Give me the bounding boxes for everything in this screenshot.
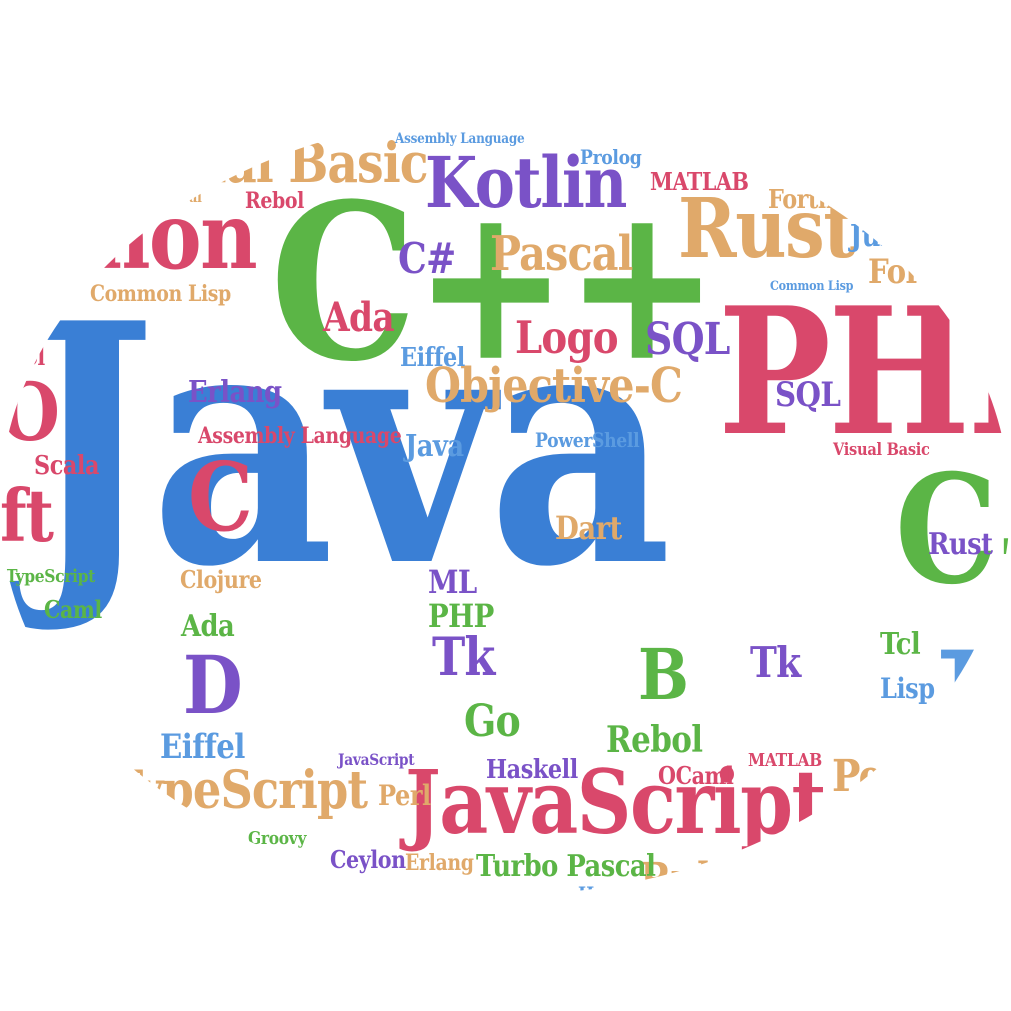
word-go: Go (464, 696, 521, 747)
word-dart: Dart (555, 509, 622, 547)
word-lisp: Lisp (880, 672, 935, 705)
word-powershell: PowerShell (535, 428, 640, 452)
word-typescript: TypeScript (110, 760, 368, 821)
word-clojure: Clojure (180, 565, 262, 594)
word-common-lisp: Common Lisp (90, 281, 231, 307)
word-bol-partial: bol (10, 342, 45, 371)
word-sql-small: SQL (775, 375, 841, 415)
word-fortran-partial: Fortra (868, 252, 967, 292)
word-groovy: Groovy (248, 828, 307, 849)
word-tk-small: Tk (750, 638, 801, 687)
word-php-large: PHP (718, 270, 1010, 475)
word-k-partial: k (30, 316, 43, 342)
word-matlab-small: MATLAB (748, 750, 822, 771)
word-visual-basic-small: Visual Basic (833, 440, 930, 460)
word-haskell-small: Haskell (578, 882, 649, 906)
word-turbo-pascal: Turbo Pascal (476, 849, 656, 884)
word-ada-small: Ada (181, 609, 235, 644)
word-prolog: Prolog (580, 145, 642, 169)
word-typescript-small: TypeScript (6, 566, 96, 587)
word-matlab: MATLAB (650, 167, 749, 196)
word-caml: Caml (44, 595, 102, 624)
word-kotlin-small: Kotlin (786, 852, 856, 881)
word-c-medium: C (188, 442, 253, 553)
word-rebol-small: Rebol (245, 188, 304, 214)
word-erlang: Erlang (188, 375, 282, 410)
word-visual-basic: Visual Basic (115, 130, 429, 195)
word-scala: Scala (34, 451, 99, 481)
word-prolog-partial: Pro (838, 805, 890, 843)
word-pascal: Pascal (490, 226, 633, 282)
word-perl: Perl (832, 751, 916, 802)
word-ada: Ada (323, 294, 395, 341)
word-rebol: Rebol (606, 719, 703, 761)
word-b: B (638, 633, 689, 716)
word-rust: Rust (678, 181, 856, 277)
word-perl-small: Perl (378, 779, 431, 812)
word-assembly-language-small: Assembly Language (395, 131, 525, 147)
word-j-partial: J (935, 619, 996, 795)
word-ocaml: OCaml (658, 761, 734, 790)
word-rust-small: Rust (928, 527, 993, 562)
word-eiffel-small: Eiffel (400, 343, 465, 373)
word-common-lisp-small: Common Lisp (770, 279, 854, 294)
word-tk: Tk (432, 627, 495, 688)
word-java-small: Java (405, 429, 464, 464)
word-ml: ML (428, 563, 477, 601)
word-javascript-small: JavaScript (338, 750, 415, 769)
word-cloud-image: JavaC++PHPJavaScriptC#thonVisual BasicKo… (0, 0, 1011, 1011)
word-julia: Julia (850, 219, 915, 254)
word-python-partial: thon (58, 182, 258, 290)
word-ceylon: Ceylon (330, 845, 406, 874)
word-cloud-shape: JavaC++PHPJavaScriptC#thonVisual BasicKo… (0, 115, 1010, 906)
word-turbo-pascal-small: Turbo Pascal (112, 188, 202, 206)
word-o-partial: O (0, 365, 60, 459)
word-eiffel: Eiffel (160, 727, 245, 767)
word-assembly-language: Assembly Language (198, 423, 402, 449)
word-c-sharp-small: C# (398, 234, 456, 283)
word-logo: Logo (515, 311, 619, 364)
word-javascript-large: JavaScript (405, 750, 826, 854)
word-tcl: Tcl (880, 627, 921, 662)
word-erlang-small: Erlang (405, 850, 474, 876)
word-d: D (183, 638, 243, 732)
word-ft-partial: ft (0, 473, 54, 558)
word-basic: BASIC (172, 118, 239, 144)
word-php-small: PHP (428, 597, 494, 635)
word-forth: Forth (768, 185, 834, 215)
word-sql: SQL (645, 314, 730, 365)
word-haskell: Haskell (486, 755, 578, 785)
